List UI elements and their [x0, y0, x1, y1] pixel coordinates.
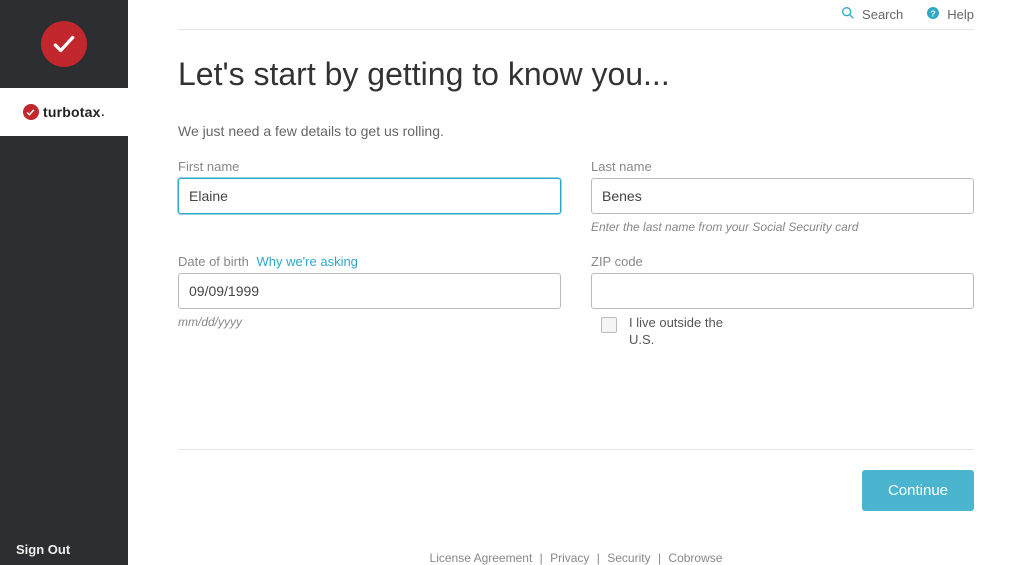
- brand-name: turbotax: [43, 104, 101, 120]
- outside-us-label: I live outside the U.S.: [629, 315, 749, 349]
- topbar: Search ? Help: [178, 0, 974, 30]
- zip-label: ZIP code: [591, 254, 974, 269]
- dob-input[interactable]: [178, 273, 561, 309]
- sidebar: turbotax. Sign Out: [0, 0, 128, 565]
- first-name-input[interactable]: [178, 178, 561, 214]
- footer: License Agreement | Privacy | Security |…: [178, 551, 974, 565]
- help-icon: ?: [925, 5, 941, 24]
- outside-us-checkbox[interactable]: [601, 317, 617, 333]
- zip-input[interactable]: [591, 273, 974, 309]
- help-label: Help: [947, 7, 974, 22]
- first-name-label: First name: [178, 159, 561, 174]
- last-name-hint: Enter the last name from your Social Sec…: [591, 220, 974, 234]
- continue-button[interactable]: Continue: [862, 470, 974, 511]
- last-name-input[interactable]: [591, 178, 974, 214]
- brand-period: .: [101, 103, 105, 121]
- last-name-label: Last name: [591, 159, 974, 174]
- dob-label-text: Date of birth: [178, 254, 249, 269]
- search-label: Search: [862, 7, 903, 22]
- footer-privacy-link[interactable]: Privacy: [550, 551, 589, 565]
- svg-text:?: ?: [931, 8, 936, 18]
- footer-sep: |: [597, 551, 600, 565]
- footer-sep: |: [658, 551, 661, 565]
- search-link[interactable]: Search: [840, 5, 903, 24]
- dob-label: Date of birth Why we're asking: [178, 254, 561, 269]
- footer-cobrowse-link[interactable]: Cobrowse: [668, 551, 722, 565]
- search-icon: [840, 5, 856, 24]
- brand-panel[interactable]: turbotax.: [0, 88, 128, 136]
- dob-field: Date of birth Why we're asking mm/dd/yyy…: [178, 254, 561, 349]
- app-logo-icon: [41, 21, 87, 67]
- footer-sep: |: [540, 551, 543, 565]
- form-grid: First name Last name Enter the last name…: [178, 159, 974, 349]
- footer-security-link[interactable]: Security: [607, 551, 650, 565]
- content-area: Let's start by getting to know you... We…: [178, 30, 974, 565]
- footer-license-link[interactable]: License Agreement: [430, 551, 533, 565]
- actions-row: Continue: [178, 450, 974, 511]
- zip-field: ZIP code I live outside the U.S.: [591, 254, 974, 349]
- last-name-field: Last name Enter the last name from your …: [591, 159, 974, 234]
- sign-out-link[interactable]: Sign Out: [16, 542, 70, 557]
- main-content: Search ? Help Let's start by getting to …: [128, 0, 1024, 565]
- app-logo-area: [0, 0, 128, 88]
- page-heading: Let's start by getting to know you...: [178, 56, 974, 93]
- first-name-field: First name: [178, 159, 561, 234]
- dob-hint: mm/dd/yyyy: [178, 315, 561, 329]
- page-subtitle: We just need a few details to get us rol…: [178, 123, 974, 139]
- outside-us-row: I live outside the U.S.: [591, 315, 974, 349]
- help-link[interactable]: ? Help: [925, 5, 974, 24]
- dob-info-link[interactable]: Why we're asking: [256, 254, 357, 269]
- checkmark-icon: [23, 104, 39, 120]
